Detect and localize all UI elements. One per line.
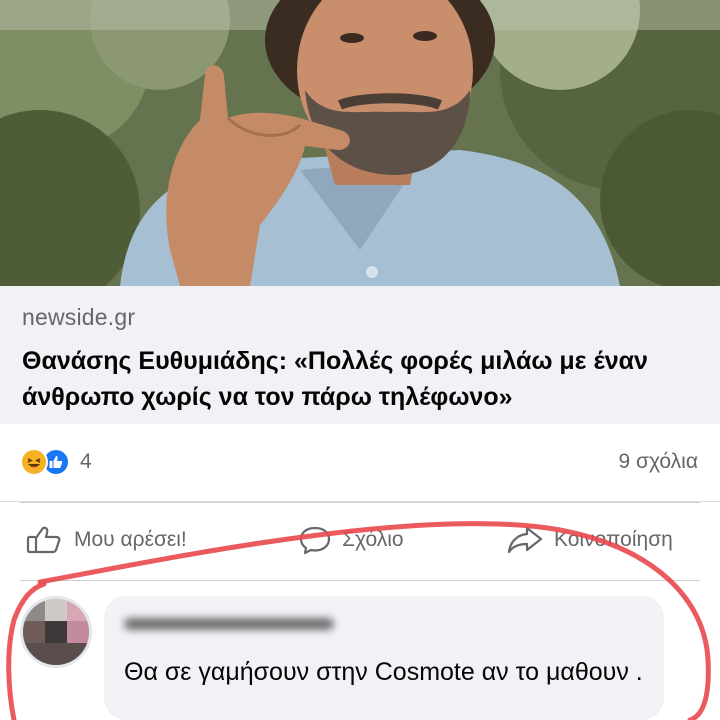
person-photo bbox=[0, 0, 720, 286]
link-preview[interactable]: newside.gr Θανάσης Ευθυμιάδης: «Πολλές φ… bbox=[0, 286, 720, 424]
comment-icon bbox=[299, 526, 331, 555]
reactions-summary: 4 9 σχόλια bbox=[0, 424, 720, 502]
divider bbox=[20, 580, 700, 581]
thumbs-up-icon bbox=[26, 526, 61, 554]
like-button[interactable]: Μου αρέσει! bbox=[26, 525, 187, 555]
comment-text: Θα σε γαμήσουν στην Cosmote αν το μαθουν… bbox=[124, 658, 643, 686]
reaction-count: 4 bbox=[80, 450, 92, 473]
avatar[interactable] bbox=[20, 596, 92, 668]
like-label: Μου αρέσει! bbox=[74, 528, 187, 551]
comment-label: Σχόλιο bbox=[342, 528, 404, 551]
comment-author-redacted[interactable] bbox=[124, 610, 644, 636]
comment-bubble[interactable]: Θα σε γαμήσουν στην Cosmote αν το μαθουν… bbox=[104, 596, 664, 720]
reactions-button[interactable]: 4 bbox=[20, 448, 92, 476]
comments-count[interactable]: 9 σχόλια bbox=[618, 450, 698, 474]
share-label: Κοινοποίηση bbox=[554, 528, 673, 551]
post-actions: Μου αρέσει! Σχόλιο Κοινοποίηση bbox=[0, 503, 720, 581]
link-title[interactable]: Θανάσης Ευθυμιάδης: «Πολλές φορές μιλάω … bbox=[22, 343, 698, 415]
haha-icon bbox=[20, 448, 48, 476]
comment-button[interactable]: Σχόλιο bbox=[298, 525, 404, 555]
link-domain: newside.gr bbox=[22, 304, 136, 330]
avatar-image bbox=[23, 599, 89, 665]
share-button[interactable]: Κοινοποίηση bbox=[506, 525, 673, 555]
share-arrow-icon bbox=[507, 526, 543, 554]
link-preview-image[interactable] bbox=[0, 0, 720, 286]
